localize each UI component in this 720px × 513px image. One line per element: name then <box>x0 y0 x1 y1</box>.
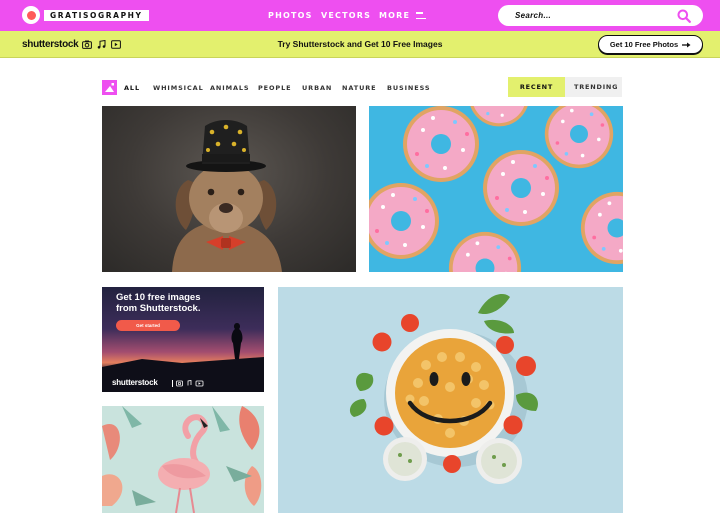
photo-paper-flamingo[interactable] <box>102 406 264 513</box>
top-nav-bar: GRATISOGRAPHY PHOTOS VECTORS MORE Search… <box>0 0 720 31</box>
get-free-photos-label: Get 10 Free Photos <box>609 40 679 49</box>
search-icon[interactable] <box>677 9 691 23</box>
camera-icon <box>82 40 92 49</box>
sort-trending-tab[interactable]: TRENDING <box>565 77 622 97</box>
category-business[interactable]: BUSINESS <box>387 84 430 92</box>
logo-dot-icon <box>22 6 40 24</box>
category-people[interactable]: PEOPLE <box>258 84 291 92</box>
smiley-bowl-illustration <box>349 294 538 484</box>
dog-illustration <box>172 120 282 272</box>
ad-media-icons <box>176 380 204 387</box>
category-logo-icon <box>102 80 117 95</box>
category-whimsical[interactable]: WHIMSICAL <box>153 84 204 92</box>
promo-icons <box>82 40 121 49</box>
nav-more[interactable]: MORE <box>379 0 427 31</box>
ad-headline-line1: Get 10 free images <box>116 292 201 303</box>
donuts-illustration <box>369 106 623 272</box>
shutterstock-ad-banner[interactable]: Get 10 free images from Shutterstock. Ge… <box>102 287 264 392</box>
category-urban[interactable]: URBAN <box>302 84 332 92</box>
promo-bar: Try Shutterstock and Get 10 Free Images … <box>0 31 720 58</box>
ad-headline: Get 10 free images from Shutterstock. <box>116 292 201 314</box>
ad-divider <box>172 380 173 387</box>
photo-smiley-chickpea-bowl[interactable] <box>278 287 623 513</box>
shutterstock-logo[interactable]: shutterstock <box>22 31 79 58</box>
nav-vectors[interactable]: VECTORS <box>321 0 371 31</box>
ad-shutterstock-logo: shutterstock <box>112 378 158 387</box>
hamburger-icon <box>416 12 427 19</box>
category-all[interactable]: ALL <box>124 84 140 92</box>
logo-text: GRATISOGRAPHY <box>44 9 149 21</box>
ad-headline-line2: from Shutterstock. <box>116 303 201 314</box>
get-free-photos-button[interactable]: Get 10 Free Photos <box>598 35 703 54</box>
sort-toggle: RECENT TRENDING <box>508 77 622 97</box>
site-logo[interactable]: GRATISOGRAPHY <box>22 6 149 24</box>
flamingo-illustration <box>102 406 262 513</box>
video-icon <box>111 40 121 49</box>
sort-recent-tab[interactable]: RECENT <box>508 77 565 97</box>
music-note-icon <box>97 40 106 49</box>
category-animals[interactable]: ANIMALS <box>210 84 250 92</box>
photo-pink-donuts[interactable] <box>369 106 623 272</box>
search-bar[interactable]: Search... <box>498 5 703 26</box>
nav-photos[interactable]: PHOTOS <box>268 0 313 31</box>
category-nature[interactable]: NATURE <box>342 84 377 92</box>
search-input[interactable]: Search... <box>515 5 551 26</box>
photo-dog-party-hat[interactable] <box>102 106 356 272</box>
nav-more-label: MORE <box>379 11 411 20</box>
arrow-right-icon <box>682 42 691 47</box>
ad-get-started-button[interactable]: Get started <box>116 320 180 331</box>
